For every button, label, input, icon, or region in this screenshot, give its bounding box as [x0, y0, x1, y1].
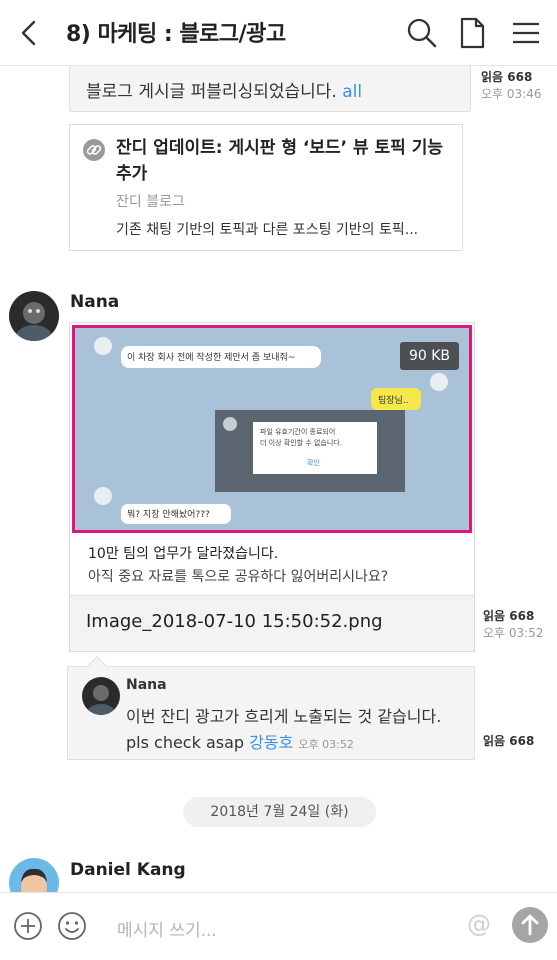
read-count[interactable]: 읽음 668: [481, 68, 541, 85]
message-meta: 읽음 668: [483, 732, 534, 749]
comment-text: 이번 잔디 광고가 흐리게 노출되는 것 같습니다.: [126, 707, 442, 726]
message-input[interactable]: 메시지 쓰기...: [117, 916, 217, 941]
thumb-dialog-button: 확인: [307, 459, 320, 467]
avatar[interactable]: [9, 858, 59, 892]
read-count[interactable]: 읽음 668: [483, 607, 543, 624]
menu-icon[interactable]: [508, 15, 544, 51]
image-thumbnail[interactable]: 이 차장 회사 전에 작성한 제안서 좀 보내줘~ 팀장님.. 파일 유효기간이…: [72, 325, 472, 533]
message-meta: 읽음 668 오후 03:46: [481, 68, 541, 102]
thumb-bubble-text: 뭐? 지장 안해놨어???: [127, 510, 210, 520]
emoji-icon[interactable]: [56, 910, 88, 942]
image-message[interactable]: 이 차장 회사 전에 작성한 제안서 좀 보내줘~ 팀장님.. 파일 유효기간이…: [69, 322, 475, 652]
sender-name[interactable]: Nana: [70, 292, 119, 312]
send-icon[interactable]: [512, 907, 548, 943]
read-count[interactable]: 읽음 668: [483, 732, 534, 749]
file-name-bar[interactable]: Image_2018-07-10 15:50:52.png: [70, 595, 474, 651]
message-list[interactable]: 블로그 게시글 퍼블리싱되었습니다. all 읽음 668 오후 03:46 잔…: [0, 66, 557, 892]
thumb-bubble-text: 팀장님..: [378, 396, 409, 406]
avatar[interactable]: [9, 291, 59, 341]
comment-caret: [87, 656, 107, 676]
comment-bubble[interactable]: Nana 이번 잔디 광고가 흐리게 노출되는 것 같습니다. pls chec…: [67, 656, 475, 760]
image-caption: 10만 팀의 업무가 달라졌습니다.: [88, 546, 279, 562]
mention-link[interactable]: 강동호: [249, 733, 293, 752]
link-description: 기존 채팅 기반의 토픽과 다른 포스팅 기반의 토픽...: [116, 222, 419, 238]
file-size-badge: 90 KB: [399, 342, 459, 370]
link-source: 잔디 블로그: [116, 194, 185, 210]
mention-all-link[interactable]: all: [342, 82, 362, 102]
message-meta: 읽음 668 오후 03:52: [483, 607, 543, 641]
mention-at-icon[interactable]: @: [467, 910, 491, 938]
comment-sender[interactable]: Nana: [126, 677, 167, 693]
thumb-bubble-text: 이 차장 회사 전에 작성한 제안서 좀 보내줘~: [127, 353, 296, 363]
top-bar: 8) 마케팅 : 블로그/광고: [0, 0, 557, 66]
message-input-bar: 메시지 쓰기... @: [0, 892, 557, 960]
link-preview-card[interactable]: 잔디 업데이트: 게시판 형 ‘보드’ 뷰 토픽 기능 추가 잔디 블로그 기존…: [69, 124, 463, 251]
comment-time: 오후 03:52: [298, 738, 354, 751]
message-bubble[interactable]: 블로그 게시글 퍼블리싱되었습니다. all: [69, 66, 471, 112]
add-icon[interactable]: [12, 910, 44, 942]
avatar[interactable]: [82, 677, 120, 715]
link-title: 잔디 업데이트: 게시판 형 ‘보드’ 뷰 토픽 기능 추가: [116, 138, 444, 184]
sender-name[interactable]: Daniel Kang: [70, 860, 186, 880]
comment-text: pls check asap: [126, 733, 245, 752]
thumb-dialog-text: 더 이상 확인할 수 없습니다.: [260, 439, 342, 447]
message-time: 오후 03:46: [481, 87, 542, 101]
comment-text-line2: pls check asap 강동호 오후 03:52: [126, 729, 354, 753]
message-text: 블로그 게시글 퍼블리싱되었습니다. all: [86, 77, 362, 102]
message-time: 오후 03:52: [483, 626, 544, 640]
message-text-content: 블로그 게시글 퍼블리싱되었습니다.: [86, 82, 337, 102]
back-arrow-icon[interactable]: [14, 14, 50, 52]
thumb-dialog-text: 파일 유효기간이 종료되어: [260, 428, 336, 436]
search-icon[interactable]: [404, 15, 440, 51]
topic-title: 8) 마케팅 : 블로그/광고: [66, 22, 286, 47]
file-icon[interactable]: [454, 15, 490, 51]
image-caption: 아직 중요 자료를 톡으로 공유하다 잃어버리시나요?: [88, 569, 389, 585]
link-icon: [83, 139, 105, 161]
date-divider: 2018년 7월 24일 (화): [183, 797, 376, 827]
file-name: Image_2018-07-10 15:50:52.png: [86, 611, 383, 632]
